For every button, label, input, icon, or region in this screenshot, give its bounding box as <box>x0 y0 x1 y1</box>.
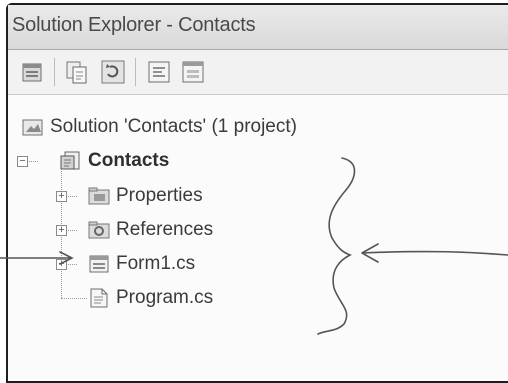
annotation-brace <box>317 157 356 335</box>
annotation-arrow-left <box>0 251 74 265</box>
annotation-arrow-right <box>361 243 508 263</box>
annotation-layer <box>0 157 508 335</box>
